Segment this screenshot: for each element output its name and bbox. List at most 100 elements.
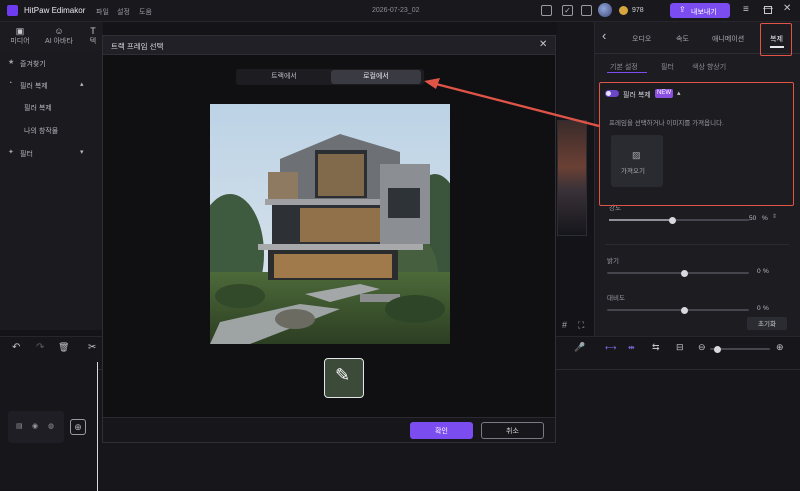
dialog-header: 트랙 프레임 선택 ✕	[103, 36, 555, 55]
microphone-icon[interactable]: 🎤	[574, 342, 585, 353]
subtab-filter[interactable]: 필터	[661, 62, 674, 72]
group-icon: ◔	[8, 80, 13, 87]
pencil-icon: ✎	[335, 365, 351, 385]
brightness-slider[interactable]	[607, 269, 749, 277]
annotation-box-clone-section	[599, 82, 794, 206]
subtab-basic[interactable]: 기본 설정	[610, 62, 638, 72]
menu-help[interactable]: 도움	[139, 7, 152, 17]
strength-fill	[609, 219, 671, 221]
favorites-icon: ★	[8, 59, 15, 66]
add-media-icon[interactable]: ⊕	[70, 419, 86, 435]
split-icon[interactable]: ⇹	[628, 343, 635, 352]
chevron-down-icon[interactable]: ▾	[80, 148, 84, 156]
app-logo-icon	[7, 5, 18, 16]
screen-icon[interactable]	[581, 5, 592, 16]
dialog-footer: 확인 취소	[103, 417, 555, 442]
frame-select-dialog: 트랙 프레임 선택 ✕ 트랙에서 로컬에서 ✎ 확인 취소	[102, 35, 556, 443]
reset-label: 초기화	[758, 321, 776, 328]
lock-icon[interactable]: ▤	[16, 422, 23, 430]
strength-knob[interactable]	[669, 216, 676, 224]
menu-file[interactable]: 파일	[96, 7, 109, 17]
zoom-knob[interactable]	[714, 345, 721, 353]
media-icon: ▣	[15, 26, 25, 36]
text-icon: T	[90, 26, 96, 36]
export-button[interactable]: ⇪ 내보내기	[670, 3, 730, 18]
coin-icon	[619, 6, 628, 15]
favorites-item[interactable]: 즐겨찾기	[20, 59, 46, 69]
tab-audio[interactable]: 오디오	[632, 34, 651, 44]
contrast-label: 대비도	[607, 295, 625, 302]
fullscreen-icon[interactable]: ⛶	[578, 320, 584, 331]
dialog-close-icon[interactable]: ✕	[539, 39, 547, 50]
tab-speed[interactable]: 속도	[676, 34, 689, 44]
segment-from-track[interactable]: 트랙에서	[239, 70, 329, 84]
undo-icon[interactable]: ↶	[12, 342, 20, 353]
group-header[interactable]: 필러 복제	[20, 81, 48, 91]
cancel-button[interactable]: 취소	[481, 422, 544, 439]
menu-icon[interactable]: ≡	[743, 4, 749, 15]
link-icon[interactable]: ⟷	[605, 343, 616, 352]
ai-avatar-icon: ☺	[54, 26, 64, 36]
tab-media[interactable]: ▣ 미디어	[2, 26, 38, 46]
tab-text[interactable]: T텍	[84, 26, 102, 46]
strength-stepper-icon[interactable]: ⇕	[772, 213, 777, 220]
subtab-underline	[607, 72, 647, 73]
check-icon[interactable]: ✓	[562, 5, 573, 16]
left-panel: ★ 즐겨찾기 ◔ 필러 복제 ▴ 필러 복제 나의 창작물 ✦ 필터 ▾	[0, 50, 103, 330]
avatar[interactable]	[598, 3, 612, 17]
back-icon[interactable]: ‹	[602, 28, 606, 43]
playhead[interactable]	[97, 362, 98, 491]
brightness-unit: %	[763, 268, 769, 275]
app-title: HitPaw Edimakor	[24, 6, 86, 15]
layout-icon[interactable]	[541, 5, 552, 16]
eye-icon[interactable]: ◉	[32, 422, 38, 430]
selected-house-image	[210, 104, 450, 344]
confirm-button[interactable]: 확인	[410, 422, 473, 439]
brightness-value[interactable]: 0	[757, 268, 761, 275]
contrast-value[interactable]: 0	[757, 305, 761, 312]
sidebar-item-clone[interactable]: 필러 복제	[24, 103, 52, 113]
title-bar: HitPaw Edimakor 파일 설정 도움 2026-07-23_02 ✓…	[0, 0, 800, 22]
track-header: ▤ ◉ ◍	[8, 411, 64, 443]
contrast-slider[interactable]	[607, 306, 749, 314]
reset-button[interactable]: 초기화	[747, 317, 787, 330]
zoom-out-icon[interactable]: ⊖	[698, 342, 706, 353]
strength-value[interactable]: 50	[749, 215, 756, 222]
menu-settings[interactable]: 설정	[117, 7, 130, 17]
segment-from-local[interactable]: 로컬에서	[331, 70, 421, 84]
sidebar-item-my-creations[interactable]: 나의 창작물	[24, 126, 58, 136]
zoom-slider[interactable]	[710, 345, 770, 353]
contrast-unit: %	[763, 305, 769, 312]
tab-animation[interactable]: 애니메이션	[712, 34, 744, 44]
upload-icon: ⇪	[679, 5, 686, 14]
scissors-icon[interactable]: ✂	[88, 342, 96, 353]
redo-icon[interactable]: ↷	[36, 342, 44, 353]
align-icon[interactable]: ⇆	[652, 342, 660, 353]
mute-icon[interactable]: ◍	[48, 422, 54, 430]
contrast-knob[interactable]	[681, 306, 688, 314]
house-illustration	[210, 104, 450, 344]
zoom-in-icon[interactable]: ⊕	[776, 342, 784, 353]
edit-image-button[interactable]: ✎	[324, 358, 364, 398]
strength-unit: %	[762, 215, 768, 222]
section-divider	[605, 244, 789, 245]
crop-icon[interactable]: #	[562, 320, 567, 330]
player-bg	[557, 22, 594, 120]
tab-ai-avatar[interactable]: ☺ AI 아바타	[36, 26, 82, 46]
strength-slider[interactable]	[609, 216, 749, 224]
export-label: 내보내기	[691, 9, 717, 16]
delete-icon[interactable]: 🗑	[58, 342, 69, 353]
brightness-knob[interactable]	[681, 269, 688, 277]
chevron-up-icon[interactable]: ▴	[80, 80, 84, 88]
credits-count: 978	[632, 7, 644, 14]
media-toolbar: ▣ 미디어 ☺ AI 아바타 T텍	[0, 22, 103, 50]
restore-icon[interactable]	[764, 6, 772, 14]
sidebar-item-filter[interactable]: 필터	[20, 149, 33, 159]
fit-icon[interactable]: ⊟	[676, 342, 684, 353]
subtab-color[interactable]: 색상 향상기	[692, 62, 726, 72]
annotation-box-clone-tab	[760, 23, 792, 56]
close-window-icon[interactable]: ✕	[783, 3, 791, 14]
project-date: 2026-07-23_02	[372, 7, 420, 14]
dialog-title: 트랙 프레임 선택	[111, 42, 164, 51]
player-preview	[557, 120, 587, 236]
